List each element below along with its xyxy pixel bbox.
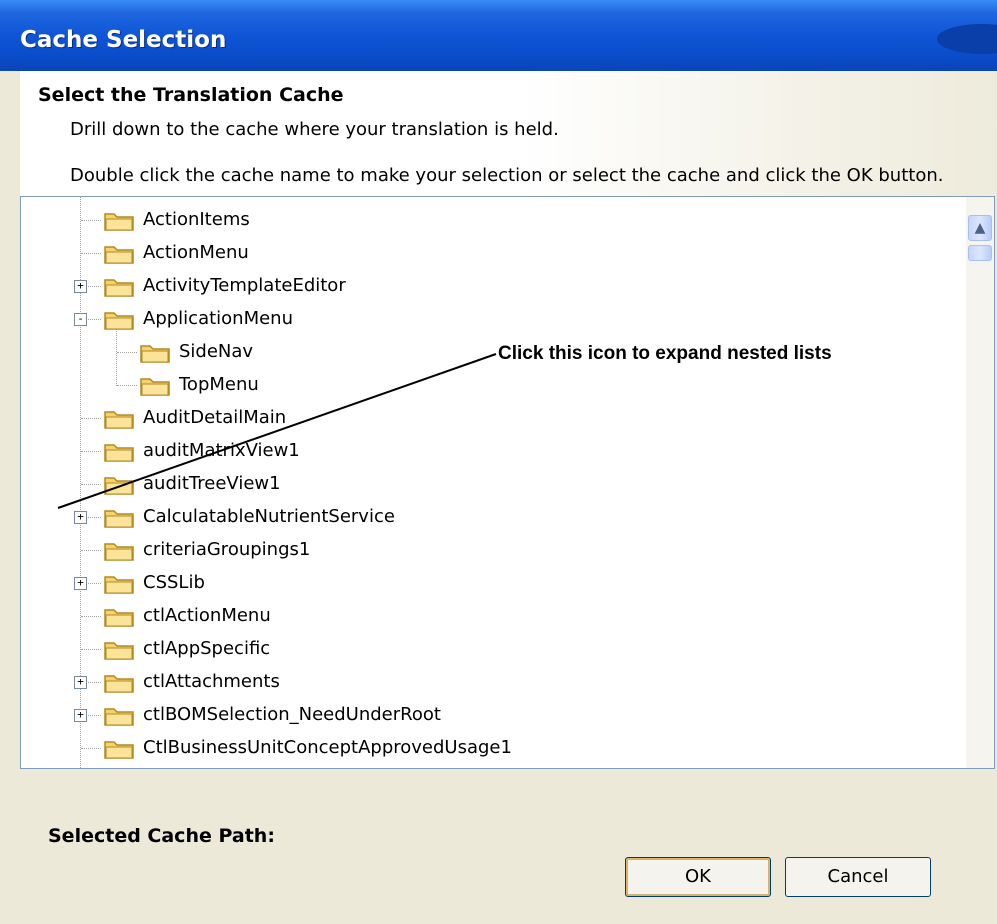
annotation-arrow <box>57 353 497 509</box>
cache-selection-dialog: Cache Selection Select the Translation C… <box>0 0 997 924</box>
